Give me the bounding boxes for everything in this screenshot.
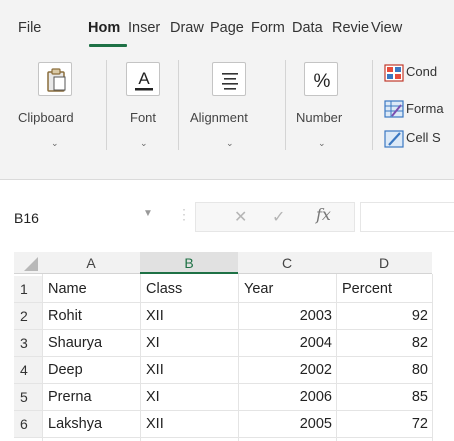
- tab-home[interactable]: Hom: [88, 20, 126, 36]
- cell-b4[interactable]: XII: [146, 362, 164, 378]
- tab-draw[interactable]: Draw: [170, 20, 208, 36]
- enter-check-icon[interactable]: ✓: [272, 207, 285, 227]
- tab-file[interactable]: File: [18, 20, 48, 36]
- cell-d4[interactable]: 80: [336, 362, 428, 378]
- gridline: [14, 329, 432, 330]
- column-header-b[interactable]: B: [140, 252, 238, 274]
- cell-a5[interactable]: Prerna: [48, 389, 92, 405]
- group-divider: [372, 60, 373, 150]
- align-icon: [212, 62, 246, 96]
- cell-a1[interactable]: Name: [48, 281, 87, 297]
- conditional-formatting-label: Cond: [406, 64, 438, 79]
- cell-styles-label: Cell S: [406, 130, 441, 145]
- formula-input[interactable]: [360, 202, 454, 232]
- cell-d2[interactable]: 92: [336, 308, 428, 324]
- cell-a2[interactable]: Rohit: [48, 308, 82, 324]
- row-header[interactable]: 6: [14, 411, 42, 437]
- cell-d3[interactable]: 82: [336, 335, 428, 351]
- tab-formulas[interactable]: Form: [251, 20, 289, 36]
- font-color-icon: A: [126, 62, 160, 96]
- gridline: [14, 410, 432, 411]
- group-divider: [178, 60, 179, 150]
- cell-c5[interactable]: 2006: [238, 389, 332, 405]
- chevron-down-icon: ⌄: [318, 138, 326, 148]
- clipboard-label: Clipboard: [18, 110, 74, 125]
- cell-c3[interactable]: 2004: [238, 335, 332, 351]
- chevron-down-icon: ⌄: [51, 138, 59, 148]
- gridline: [14, 302, 432, 303]
- percent-glyph: %: [314, 71, 331, 92]
- gridline: [42, 274, 43, 441]
- cell-b3[interactable]: XI: [146, 335, 160, 351]
- row-header[interactable]: 1: [14, 276, 42, 302]
- svg-text:A: A: [138, 69, 150, 88]
- cell-c2[interactable]: 2003: [238, 308, 332, 324]
- cell-b2[interactable]: XII: [146, 308, 164, 324]
- gridline: [14, 383, 432, 384]
- cancel-icon[interactable]: ✕: [234, 207, 247, 227]
- name-box-value: B16: [14, 210, 39, 226]
- alignment-label: Alignment: [190, 110, 248, 125]
- name-box-chevron-down-icon[interactable]: ▼: [143, 208, 153, 219]
- percent-icon: %: [304, 62, 338, 96]
- tab-view[interactable]: View: [371, 20, 411, 36]
- cell-c6[interactable]: 2005: [238, 416, 332, 432]
- tab-review[interactable]: Revie: [332, 20, 369, 36]
- conditional-formatting-icon: [384, 64, 404, 82]
- column-header-d[interactable]: D: [336, 252, 432, 274]
- chevron-down-icon: ⌄: [226, 138, 234, 148]
- gridline: [140, 274, 141, 441]
- row-header[interactable]: 3: [14, 330, 42, 356]
- gridline: [14, 356, 432, 357]
- formula-bar-grip-icon: ⋮: [177, 206, 191, 222]
- row-header[interactable]: 2: [14, 303, 42, 329]
- font-label: Font: [130, 110, 157, 125]
- number-label: Number: [296, 110, 343, 125]
- cell-a6[interactable]: Lakshya: [48, 416, 102, 432]
- chevron-down-icon: ⌄: [140, 138, 148, 148]
- cell-b5[interactable]: XI: [146, 389, 160, 405]
- cell-a3[interactable]: Shaurya: [48, 335, 102, 351]
- clipboard-icon: [38, 62, 72, 96]
- cell-d5[interactable]: 85: [336, 389, 428, 405]
- format-as-table-label: Forma: [406, 101, 444, 116]
- row-header[interactable]: 5: [14, 384, 42, 410]
- row-header[interactable]: 4: [14, 357, 42, 383]
- tab-page-layout[interactable]: Page: [210, 20, 248, 36]
- group-divider: [285, 60, 286, 150]
- cell-d6[interactable]: 72: [336, 416, 428, 432]
- cell-c4[interactable]: 2002: [238, 362, 332, 378]
- cell-b6[interactable]: XII: [146, 416, 164, 432]
- cell-c1[interactable]: Year: [244, 281, 273, 297]
- name-box[interactable]: B16: [14, 204, 164, 232]
- ribbon-tab-bar: File Hom Inser Draw Page Form Data Revie…: [0, 0, 454, 50]
- gridline: [432, 274, 433, 441]
- select-all-triangle-icon: [24, 257, 38, 271]
- column-header-c[interactable]: C: [238, 252, 336, 274]
- cell-d1[interactable]: Percent: [342, 281, 392, 297]
- cell-styles-icon: [384, 130, 404, 148]
- column-header-a[interactable]: A: [42, 252, 140, 274]
- group-divider: [106, 60, 107, 150]
- tab-data[interactable]: Data: [292, 20, 330, 36]
- cell-b1[interactable]: Class: [146, 281, 182, 297]
- cell-a4[interactable]: Deep: [48, 362, 83, 378]
- tab-insert[interactable]: Inser: [128, 20, 168, 36]
- format-as-table-icon: [384, 100, 404, 118]
- insert-function-icon[interactable]: fx: [316, 205, 331, 224]
- active-tab-indicator: [89, 44, 127, 47]
- gridline: [14, 437, 432, 438]
